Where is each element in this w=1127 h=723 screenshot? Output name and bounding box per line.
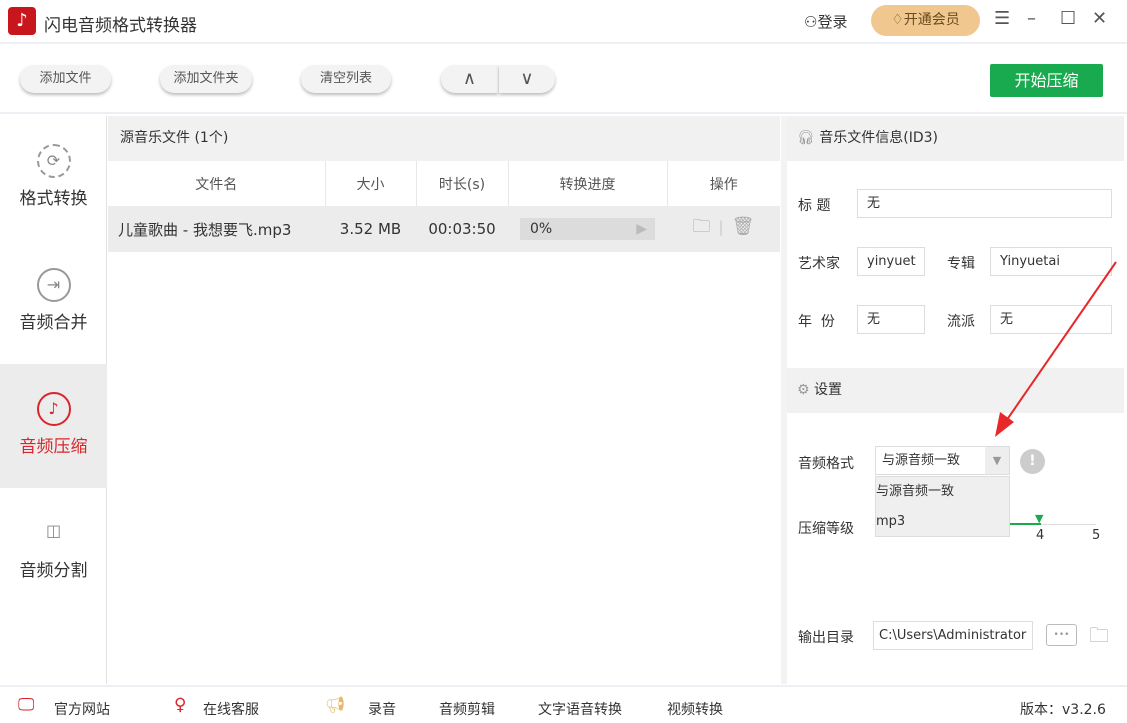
info-icon[interactable]: ! [1020,449,1045,474]
browse-button[interactable]: ••• [1046,624,1077,646]
title-label: 标 题 [798,198,831,214]
website-link[interactable]: 官方网站 [54,699,110,719]
year-field[interactable]: 无 [857,305,925,334]
table-row[interactable]: 儿童歌曲 - 我想要飞.mp3 3.52 MB 00:03:50 0% ▶ 🗀 | 🗑 [108,206,780,252]
add-folder-button[interactable]: 添加文件夹 [160,65,252,93]
sidebar-item-audio-compress[interactable]: ♪ 音频压缩 [0,364,107,488]
sidebar: ⟳ 格式转换 ⇥ 音频合并 ♪ 音频压缩 ◫ 音频分割 [0,116,107,684]
output-label: 输出目录 [798,630,854,646]
move-up-button[interactable]: ∧ [441,65,498,93]
artist-label: 艺术家 [798,256,840,272]
id3-header: 🎧︎ 音乐文件信息(ID3) [787,116,1124,161]
col-progress: 转换进度 [508,161,668,206]
right-panel: 🎧︎ 音乐文件信息(ID3) 标 题 无 艺术家 yinyuet 专辑 Yiny… [787,116,1124,684]
level-slider-handle[interactable]: ▼ [1035,512,1043,525]
progress-text: 0% [530,221,553,237]
start-compress-button[interactable]: 开始压缩 [990,64,1103,97]
video-convert-link[interactable]: 视频转换 [667,699,723,719]
app-logo-icon: ♪ [8,7,36,35]
headphones-icon: 🎧︎ [797,130,820,146]
user-icon: ⚇ [804,13,818,31]
sidebar-item-format-convert[interactable]: ⟳ 格式转换 [0,116,107,240]
music-note-icon: ♪ [36,392,71,426]
tick-label: 5 [1092,528,1101,543]
add-file-button[interactable]: 添加文件 [20,65,111,93]
progress-cell: 0% ▶ [508,206,667,252]
refresh-icon: ⟳ [36,144,71,178]
minimize-icon[interactable]: – [1027,8,1036,29]
file-size: 3.52 MB [325,206,416,252]
settings-header: ⚙ 设置 [787,368,1124,413]
file-duration: 00:03:50 [416,206,508,252]
dropdown-arrow-icon[interactable]: ▼ [985,447,1009,474]
merge-icon: ⇥ [36,268,71,302]
file-name: 儿童歌曲 - 我想要飞.mp3 [108,206,325,252]
file-list-panel: 源音乐文件 (1个) 文件名 大小 时长(s) 转换进度 操作 儿童歌曲 - 我… [108,116,780,252]
file-list-title: 源音乐文件 (1个) [108,116,780,161]
file-table: 文件名 大小 时长(s) 转换进度 操作 儿童歌曲 - 我想要飞.mp3 3.5… [108,161,780,252]
megaphone-icon: 📢︎ [325,695,346,714]
col-actions: 操作 [709,176,738,193]
move-down-button[interactable]: ∨ [499,65,555,93]
table-header: 文件名 大小 时长(s) 转换进度 操作 [108,161,780,206]
support-icon: ♀ [174,695,187,715]
version-text: 版本：v3.2.6 [1020,702,1106,718]
vip-button[interactable]: ♢开通会员 [871,5,980,36]
chevron-down-icon: ∨ [520,68,534,89]
level-label: 压缩等级 [798,521,854,537]
support-link[interactable]: 在线客服 [203,699,259,719]
actions-cell: 🗀 | 🗑 [667,206,780,252]
format-dropdown-list: 与源音频一致 mp3 [875,476,1010,537]
artist-field[interactable]: yinyuet [857,247,925,276]
title-bar: ♪ 闪电音频格式转换器 ⚇登录 ♢开通会员 ☰ – ☐ ✕ [0,0,1127,44]
sidebar-item-audio-merge[interactable]: ⇥ 音频合并 [0,240,107,364]
dropdown-option[interactable]: mp3 [876,507,1009,537]
genre-field[interactable]: 无 [990,305,1112,334]
album-field[interactable]: Yinyuetai [990,247,1112,276]
clear-list-button[interactable]: 清空列表 [301,65,391,93]
close-icon[interactable]: ✕ [1092,8,1107,29]
open-folder-icon[interactable]: 🗀 [693,216,711,237]
output-path-field[interactable]: C:\Users\Administrator [873,621,1033,650]
footer: 🖵 官方网站 ♀ 在线客服 📢︎ 录音 音频剪辑 文字语音转换 视频转换 版本：… [0,685,1127,723]
record-link[interactable]: 录音 [368,699,396,719]
chevron-up-icon: ∧ [462,68,477,89]
split-icon: ◫ [45,521,62,540]
gear-icon: ⚙ [797,382,815,398]
open-folder-icon[interactable]: 🗀 [1089,621,1109,655]
title-field[interactable]: 无 [857,189,1112,218]
audio-cut-link[interactable]: 音频剪辑 [439,699,495,719]
col-duration: 时长(s) [416,161,509,206]
tts-link[interactable]: 文字语音转换 [538,699,622,719]
login-button[interactable]: ⚇登录 [804,11,847,32]
play-icon[interactable]: ▶ [636,218,647,240]
diamond-icon: ♢ [891,12,904,28]
app-title: 闪电音频格式转换器 [44,16,197,36]
dropdown-option[interactable]: 与源音频一致 [876,477,1009,507]
format-select[interactable]: 与源音频一致 ▼ [875,446,1010,475]
album-label: 专辑 [947,256,975,272]
col-filename: 文件名 [108,161,326,206]
maximize-icon[interactable]: ☐ [1060,8,1076,29]
genre-label: 流派 [947,314,975,330]
menu-icon[interactable]: ☰ [994,8,1010,29]
format-label: 音频格式 [798,456,854,472]
format-selected: 与源音频一致 [882,453,961,468]
tick-label: 4 [1036,528,1045,543]
col-size: 大小 [325,161,417,206]
sidebar-item-audio-split[interactable]: ◫ 音频分割 [0,488,107,612]
delete-icon[interactable]: 🗑 [732,216,755,237]
monitor-icon: 🖵 [18,695,35,715]
year-label: 年 份 [798,314,835,330]
